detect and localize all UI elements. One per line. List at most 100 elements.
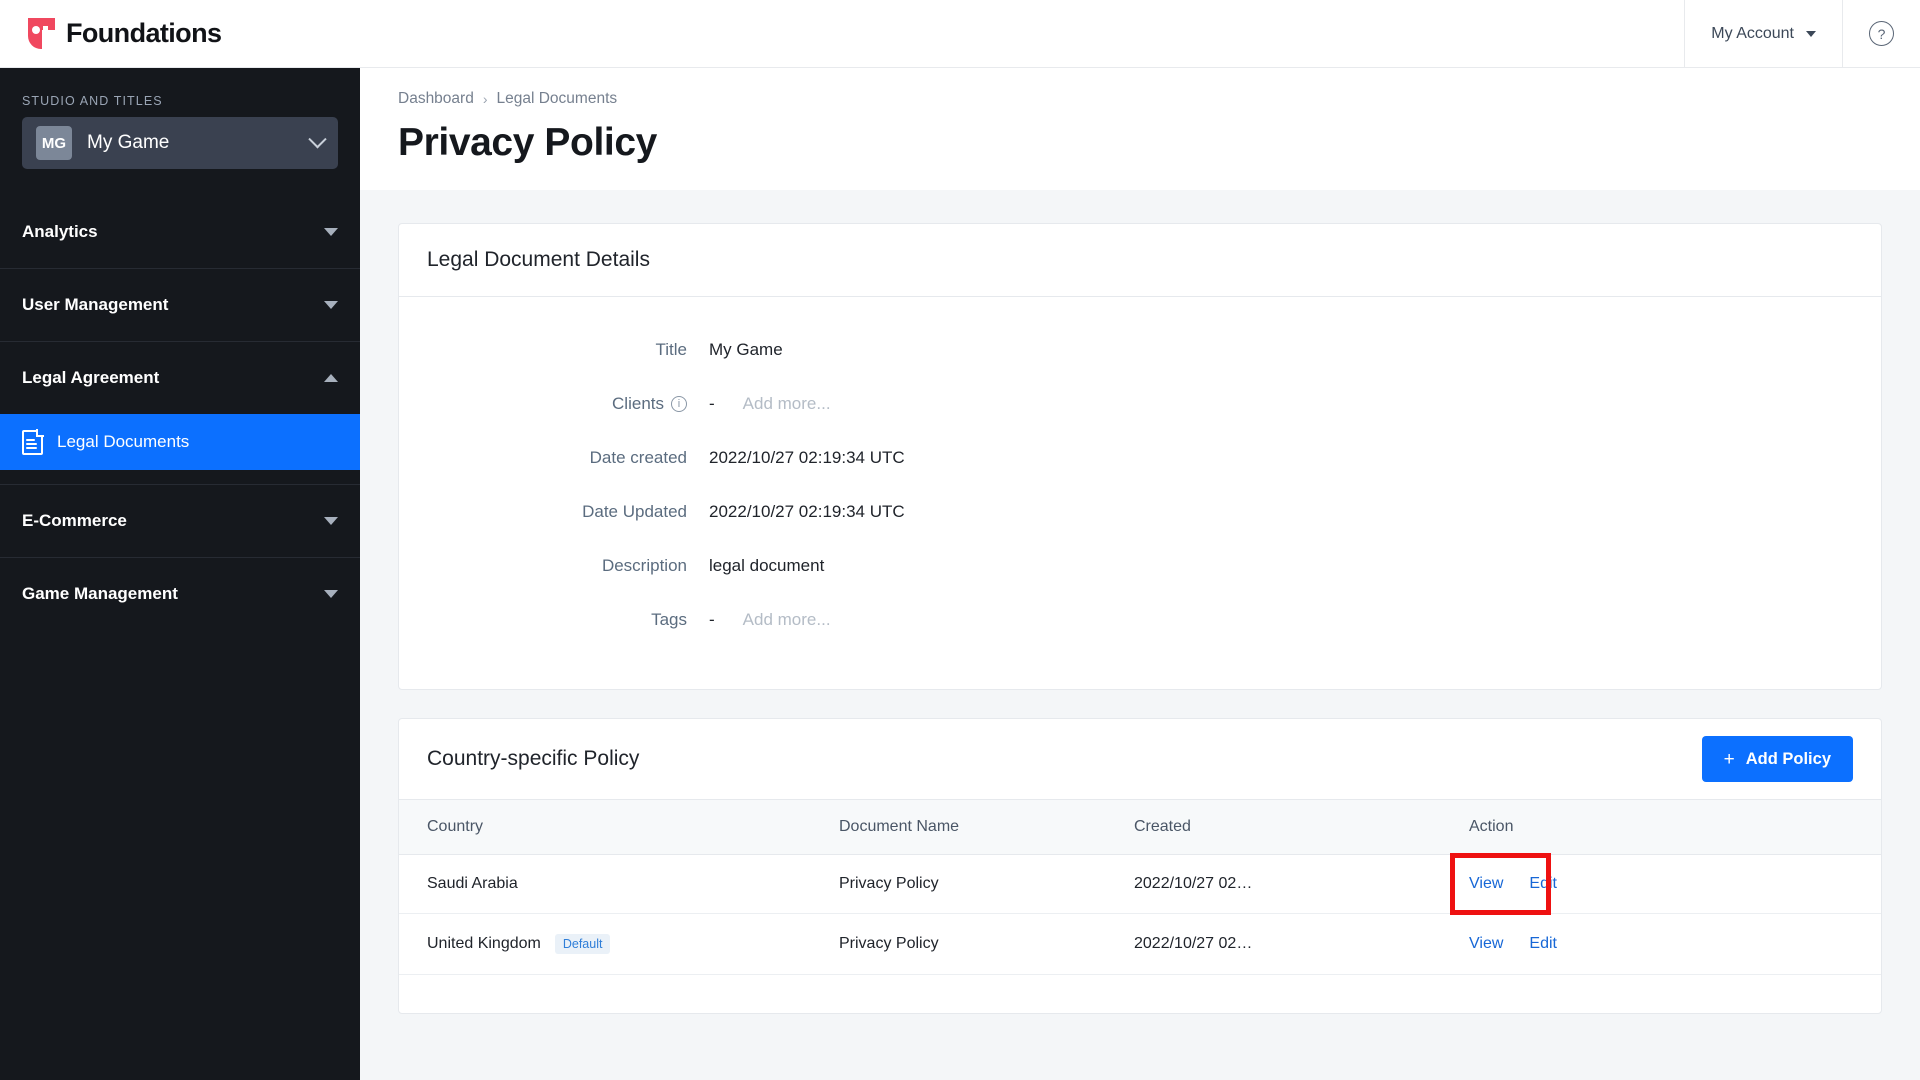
triangle-down-icon	[324, 590, 338, 598]
my-account-menu[interactable]: My Account	[1684, 0, 1842, 68]
sidebar-item-user-management[interactable]: User Management	[0, 268, 360, 341]
action-links: View Edit	[1469, 935, 1881, 953]
details-card-header: Legal Document Details	[399, 224, 1881, 297]
triangle-down-icon	[324, 301, 338, 309]
clients-add-more-input[interactable]: Add more...	[743, 394, 831, 414]
edit-link[interactable]: Edit	[1529, 935, 1557, 953]
my-account-label: My Account	[1711, 24, 1794, 42]
cell-country: Saudi Arabia	[399, 854, 839, 914]
view-link[interactable]: View	[1469, 875, 1503, 893]
cell-action: View Edit	[1450, 853, 1881, 915]
column-header-country: Country	[399, 799, 839, 855]
field-value-text: My Game	[709, 340, 783, 359]
field-value: My Game	[709, 340, 783, 360]
top-bar: Foundations My Account ?	[0, 0, 1920, 68]
studio-avatar: MG	[36, 126, 72, 160]
info-icon[interactable]: i	[671, 396, 687, 412]
sidebar: STUDIO AND TITLES MG My Game Analytics U…	[0, 68, 360, 1080]
field-dash: -	[709, 394, 715, 413]
content-area: Legal Document Details Title My Game Cli	[360, 190, 1920, 1080]
triangle-down-icon	[324, 517, 338, 525]
sidebar-item-label: E-Commerce	[22, 511, 127, 530]
sidebar-divider-gap	[0, 470, 360, 484]
cell-country: United Kingdom Default	[399, 913, 839, 975]
add-policy-label: Add Policy	[1745, 749, 1831, 768]
field-value-text: 2022/10/27 02:19:34 UTC	[709, 502, 905, 521]
field-value: - Add more...	[709, 610, 831, 630]
brand-logo[interactable]: Foundations	[0, 18, 360, 49]
policy-table-body: Saudi Arabia Privacy Policy 2022/10/27 0…	[399, 853, 1881, 975]
help-button[interactable]: ?	[1842, 0, 1920, 68]
sidebar-item-game-management[interactable]: Game Management	[0, 557, 360, 630]
legal-document-details-card: Legal Document Details Title My Game Cli	[398, 223, 1882, 690]
tags-add-more-input[interactable]: Add more...	[743, 610, 831, 630]
table-footer-spacer	[399, 975, 1881, 1013]
cell-created: 2022/10/27 02…	[1134, 854, 1469, 914]
policy-card-title: Country-specific Policy	[427, 747, 640, 770]
add-policy-button[interactable]: + Add Policy	[1701, 736, 1853, 782]
details-card-title: Legal Document Details	[427, 248, 650, 271]
breadcrumb: Dashboard › Legal Documents	[398, 90, 1920, 108]
foundations-logo-icon	[28, 18, 55, 49]
main-content: Dashboard › Legal Documents Privacy Poli…	[360, 68, 1920, 1080]
field-row-date-created: Date created 2022/10/27 02:19:34 UTC	[399, 431, 1881, 485]
policy-table-head: Country Document Name Created Action	[399, 799, 1881, 855]
page-title: Privacy Policy	[398, 121, 657, 164]
sidebar-item-analytics[interactable]: Analytics	[0, 195, 360, 268]
country-name: Saudi Arabia	[427, 875, 518, 892]
table-row: United Kingdom Default Privacy Policy 20…	[399, 913, 1881, 975]
page-header: Dashboard › Legal Documents Privacy Poli…	[360, 68, 1920, 190]
cell-action: View Edit	[1469, 913, 1881, 975]
studio-selector[interactable]: MG My Game	[22, 117, 338, 169]
top-bar-right: My Account ?	[1684, 0, 1920, 68]
field-row-tags: Tags - Add more...	[399, 593, 1881, 647]
triangle-down-icon	[324, 227, 338, 236]
column-header-document-name: Document Name	[839, 799, 1134, 855]
field-label: Title	[399, 340, 709, 360]
policy-card-header: Country-specific Policy + Add Policy	[399, 719, 1881, 799]
breadcrumb-item-legal-documents[interactable]: Legal Documents	[497, 90, 618, 108]
chevron-down-icon	[308, 129, 327, 148]
sidebar-item-legal-documents[interactable]: Legal Documents	[0, 414, 360, 470]
field-value: 2022/10/27 02:19:34 UTC	[709, 448, 905, 468]
breadcrumb-item-dashboard[interactable]: Dashboard	[398, 90, 474, 108]
sidebar-item-e-commerce[interactable]: E-Commerce	[0, 484, 360, 557]
triangle-up-icon	[324, 374, 338, 382]
field-value: - Add more...	[709, 394, 831, 414]
details-field-list: Title My Game Clients i - Add more... Da…	[399, 297, 1881, 689]
field-value-text: legal document	[709, 556, 825, 575]
view-link[interactable]: View	[1469, 935, 1503, 953]
country-name: United Kingdom	[427, 935, 541, 952]
country-cell: Saudi Arabia	[427, 875, 839, 893]
field-row-description: Description legal document	[399, 539, 1881, 593]
sidebar-item-label: User Management	[22, 295, 169, 314]
field-label: Date Updated	[399, 502, 709, 522]
chevron-down-icon	[1806, 30, 1816, 37]
sidebar-nav: Analytics User Management Legal Agreemen…	[0, 195, 360, 630]
column-header-created: Created	[1134, 799, 1469, 855]
sidebar-item-label: Analytics	[22, 221, 98, 241]
policy-table: Country Document Name Created Action Sau…	[399, 799, 1881, 975]
field-label: Clients i	[399, 394, 709, 414]
breadcrumb-separator-icon: ›	[482, 91, 488, 107]
field-dash: -	[709, 610, 715, 629]
field-row-clients: Clients i - Add more...	[399, 377, 1881, 431]
action-links: View Edit	[1450, 853, 1881, 915]
field-label: Tags	[399, 610, 709, 630]
field-label-text: Title	[655, 340, 688, 359]
cell-created: 2022/10/27 02…	[1134, 913, 1469, 975]
app-root: Foundations My Account ? STUDIO AND TITL…	[0, 0, 1920, 1080]
field-label-text: Clients	[612, 394, 664, 413]
sidebar-item-legal-agreement[interactable]: Legal Agreement	[0, 341, 360, 414]
field-row-title: Title My Game	[399, 323, 1881, 377]
cell-document-name: Privacy Policy	[839, 854, 1134, 914]
table-header-row: Country Document Name Created Action	[399, 799, 1881, 855]
field-value-text: 2022/10/27 02:19:34 UTC	[709, 448, 905, 467]
sidebar-item-label: Legal Agreement	[22, 368, 160, 387]
cell-document-name: Privacy Policy	[839, 913, 1134, 975]
document-icon	[22, 428, 44, 455]
studio-section-label: STUDIO AND TITLES	[22, 94, 163, 108]
sidebar-item-label: Game Management	[22, 584, 178, 603]
edit-link[interactable]: Edit	[1529, 875, 1557, 893]
question-mark-icon: ?	[1869, 21, 1894, 46]
